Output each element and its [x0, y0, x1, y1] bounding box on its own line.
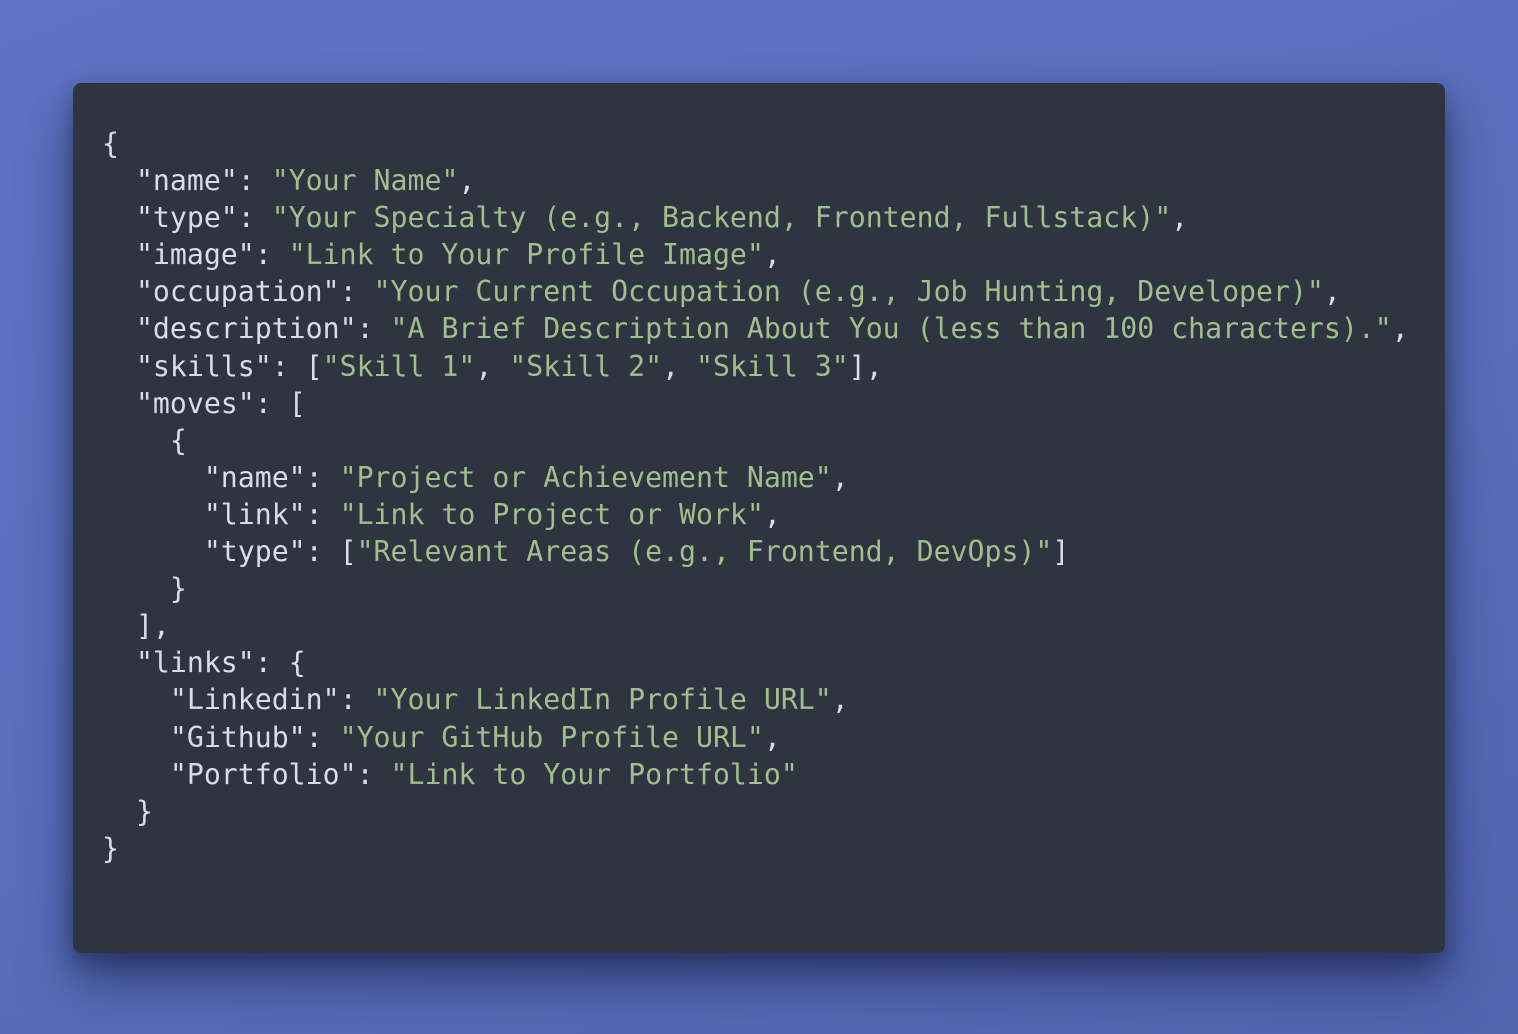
key-skills: "skills" [135, 349, 272, 383]
key-github: "Github" [169, 720, 306, 754]
code-window: { "name": "Your Name", "type": "Your Spe… [73, 83, 1445, 953]
code-line: "image": "Link to Your Profile Image", [135, 238, 781, 272]
key-linkedin: "Linkedin" [169, 683, 340, 717]
code-line: "type": "Your Specialty (e.g., Backend, … [135, 201, 1189, 235]
code-line: { [102, 423, 187, 457]
code-line: ], [102, 609, 170, 643]
value-skill-3: "Skill 3" [696, 349, 849, 383]
code-line: "Linkedin": "Your LinkedIn Profile URL", [169, 683, 849, 717]
code-line: "name": "Your Name", [135, 164, 476, 198]
value-image: "Link to Your Profile Image" [288, 238, 764, 272]
code-line: "type": ["Relevant Areas (e.g., Frontend… [203, 535, 1070, 569]
key-occupation: "occupation" [135, 275, 340, 309]
value-move-type: "Relevant Areas (e.g., Frontend, DevOps)… [356, 535, 1053, 569]
key-name: "name" [135, 164, 238, 198]
code-line: "occupation": "Your Current Occupation (… [135, 275, 1341, 309]
key-move-name: "name" [203, 460, 306, 494]
code-block: { "name": "Your Name", "type": "Your Spe… [102, 125, 1409, 867]
code-line: "links": { [135, 646, 306, 680]
value-skill-1: "Skill 1" [322, 349, 476, 383]
code-line: "name": "Project or Achievement Name", [203, 460, 849, 494]
code-line: { [102, 127, 119, 160]
key-type: "type" [135, 201, 238, 235]
value-linkedin: "Your LinkedIn Profile URL" [373, 683, 832, 717]
value-occupation: "Your Current Occupation (e.g., Job Hunt… [373, 275, 1324, 309]
value-github: "Your GitHub Profile URL" [339, 720, 764, 754]
code-line: } [102, 572, 187, 606]
code-line: "moves": [ [135, 386, 306, 420]
key-move-link: "link" [203, 497, 306, 531]
value-type: "Your Specialty (e.g., Backend, Frontend… [271, 201, 1172, 235]
key-portfolio: "Portfolio" [169, 757, 357, 791]
key-links: "links" [135, 646, 255, 680]
code-line: "Github": "Your GitHub Profile URL", [169, 720, 781, 754]
code-line: } [102, 831, 119, 865]
key-image: "image" [135, 238, 255, 272]
key-moves: "moves" [135, 386, 255, 420]
code-line: "skills": ["Skill 1", "Skill 2", "Skill … [135, 349, 883, 383]
code-line: "Portfolio": "Link to Your Portfolio" [169, 757, 798, 791]
value-move-name: "Project or Achievement Name" [339, 460, 832, 494]
code-line: "description": "A Brief Description Abou… [135, 312, 1409, 346]
code-line: "link": "Link to Project or Work", [203, 497, 781, 531]
value-description: "A Brief Description About You (less tha… [390, 312, 1392, 346]
value-move-link: "Link to Project or Work" [339, 497, 764, 531]
code-line: } [102, 794, 153, 828]
key-move-type: "type" [203, 535, 306, 569]
value-portfolio: "Link to Your Portfolio" [390, 757, 798, 791]
value-skill-2: "Skill 2" [509, 349, 663, 383]
key-description: "description" [135, 312, 357, 346]
value-name: "Your Name" [271, 164, 459, 198]
